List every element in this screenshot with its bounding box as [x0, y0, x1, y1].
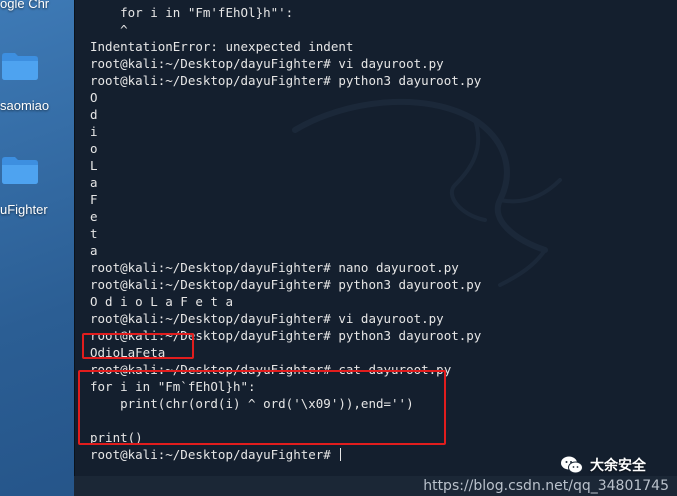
terminal-line: for i in "Fm'fEhOl}h"': — [90, 5, 294, 20]
terminal-line: root@kali:~/Desktop/dayuFighter# python3… — [90, 73, 482, 88]
terminal-line: O d i o L a F e t a — [90, 294, 233, 309]
terminal-line: L — [90, 158, 98, 173]
terminal-line: ^ — [90, 22, 128, 37]
terminal-line: root@kali:~/Desktop/dayuFighter# nano da… — [90, 260, 459, 275]
desktop-icon-dayufighter[interactable]: uFighter — [0, 156, 72, 226]
watermark-brand: 大余安全 — [560, 454, 646, 476]
terminal-line: print() — [90, 430, 143, 445]
terminal-line: root@kali:~/Desktop/dayuFighter# vi dayu… — [90, 311, 444, 326]
terminal-line: a — [90, 175, 98, 190]
desktop-icon-label: ogle Chr — [0, 0, 50, 11]
terminal-line: t — [90, 226, 98, 241]
desktop-icon-label: saomiao — [0, 98, 50, 113]
terminal-line: i — [90, 124, 98, 139]
folder-icon — [2, 157, 38, 184]
desktop-icon-label: uFighter — [0, 202, 48, 217]
text-cursor — [340, 448, 342, 461]
desktop-icon-chrome[interactable]: ogle Chr — [0, 0, 72, 20]
wechat-icon — [561, 456, 583, 474]
terminal-line: O — [90, 90, 98, 105]
terminal-line: o — [90, 141, 98, 156]
terminal-line: F — [90, 192, 98, 207]
terminal-line: e — [90, 209, 98, 224]
terminal-bottom-edge: https://blog.csdn.net/qq_34801745 — [74, 476, 677, 496]
terminal-line: root@kali:~/Desktop/dayuFighter# vi dayu… — [90, 56, 444, 71]
terminal-prompt: root@kali:~/Desktop/dayuFighter# — [90, 447, 339, 462]
watermark-brand-label: 大余安全 — [590, 457, 646, 473]
terminal-line: print(chr(ord(i) ^ ord('\x09')),end='') — [90, 396, 414, 411]
terminal-window[interactable]: for i in "Fm'fEhOl}h"': ^ IndentationErr… — [74, 0, 677, 476]
terminal-line: IndentationError: unexpected indent — [90, 39, 354, 54]
terminal-output: for i in "Fm'fEhOl}h"': ^ IndentationErr… — [90, 4, 677, 463]
terminal-line: d — [90, 107, 98, 122]
terminal-line: root@kali:~/Desktop/dayuFighter# python3… — [90, 277, 482, 292]
terminal-line: OdioLaFeta — [90, 345, 166, 360]
watermark-url: https://blog.csdn.net/qq_34801745 — [423, 478, 669, 494]
terminal-line: root@kali:~/Desktop/dayuFighter# cat day… — [90, 362, 452, 377]
terminal-line: root@kali:~/Desktop/dayuFighter# python3… — [90, 328, 482, 343]
terminal-line: a — [90, 243, 98, 258]
folder-icon — [2, 53, 38, 80]
desktop-icon-saomiao[interactable]: saomiao — [0, 52, 72, 122]
terminal-line: for i in "Fm`fEhOl}h": — [90, 379, 256, 394]
